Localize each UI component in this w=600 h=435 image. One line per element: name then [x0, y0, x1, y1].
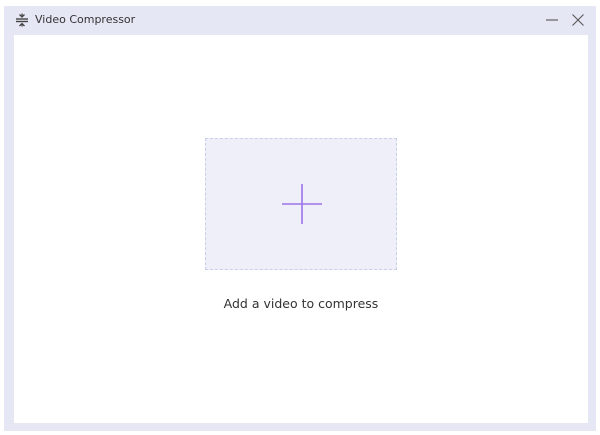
close-button[interactable]	[567, 10, 589, 30]
add-video-hint: Add a video to compress	[223, 296, 379, 311]
compress-icon	[16, 13, 28, 27]
main-content: Add a video to compress	[14, 35, 588, 423]
window-title: Video Compressor	[35, 13, 136, 26]
minimize-button[interactable]	[541, 10, 563, 30]
plus-icon	[282, 184, 322, 224]
app-window: Video Compressor Add a video to compress	[4, 6, 596, 431]
minimize-icon	[546, 19, 558, 21]
close-icon	[572, 14, 584, 26]
title-bar[interactable]: Video Compressor	[4, 6, 596, 34]
add-video-dropzone[interactable]	[205, 138, 397, 270]
